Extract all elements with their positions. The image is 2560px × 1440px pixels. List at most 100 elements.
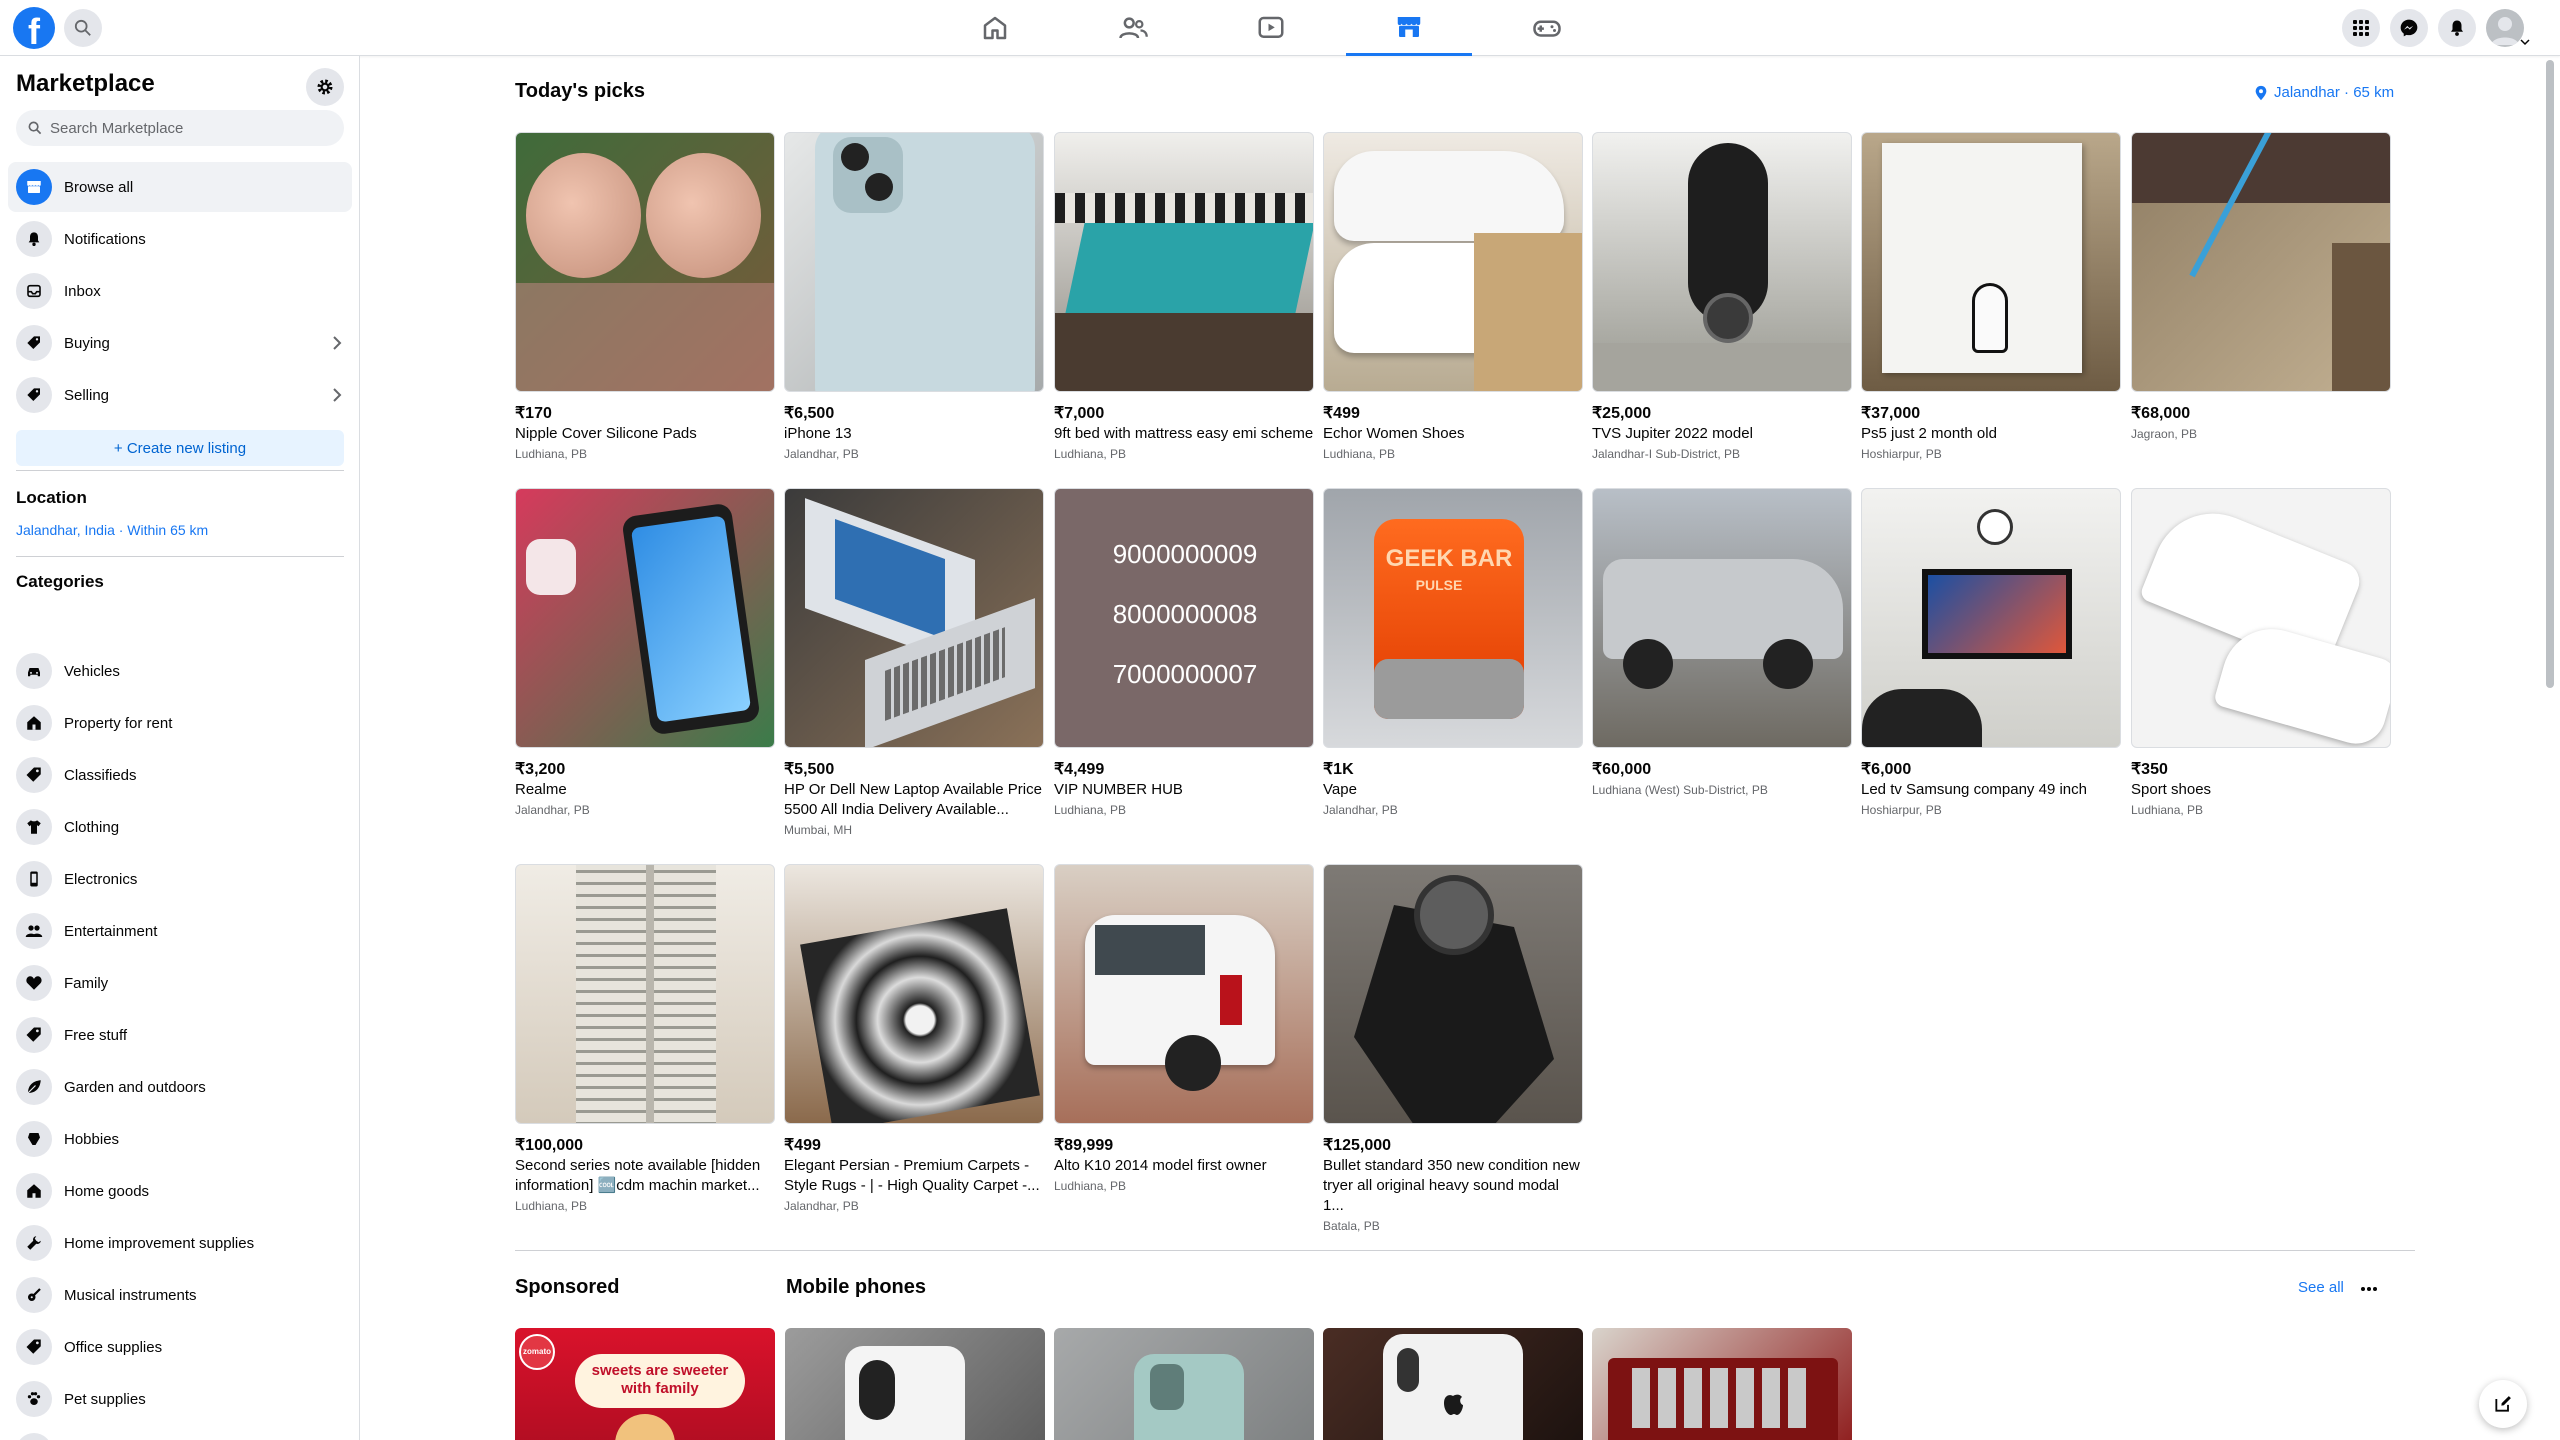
notifications-button[interactable] (2438, 9, 2476, 47)
mobile-phone-listing-image[interactable] (1054, 1328, 1314, 1440)
listing-title: iPhone 13 (784, 425, 852, 442)
listing-card[interactable]: ₹125,000 Bullet standard 350 new conditio… (1323, 864, 1583, 1234)
sidebar-item-inbox[interactable]: Inbox (8, 266, 352, 316)
listing-card[interactable]: ₹350 Sport shoes Ludhiana, PB (2131, 488, 2391, 818)
messenger-button[interactable] (2390, 9, 2428, 47)
category-item[interactable]: Musical instruments (8, 1270, 352, 1320)
page-scrollbar[interactable] (2546, 60, 2554, 688)
avatar[interactable] (2486, 9, 2524, 47)
ad-figure (615, 1414, 675, 1440)
listing-image[interactable] (784, 488, 1044, 748)
listing-card[interactable]: ₹89,999 Alto K10 2014 model first owner Lu… (1054, 864, 1314, 1194)
location-filter-button[interactable]: Jalandhar · 65 km (2254, 84, 2394, 101)
listing-image[interactable] (1054, 864, 1314, 1124)
category-item[interactable]: Family (8, 958, 352, 1008)
listing-card[interactable]: GEEK BAR PULSE ₹1K Vape Jalandhar, PB (1323, 488, 1583, 818)
nav-tab-gaming[interactable] (1484, 0, 1610, 56)
listing-card[interactable]: ₹499 Echor Women Shoes Ludhiana, PB (1323, 132, 1583, 462)
listing-card[interactable]: ₹7,000 9ft bed with mattress easy emi sch… (1054, 132, 1314, 462)
category-item[interactable]: Clothing (8, 802, 352, 852)
category-item[interactable]: Free stuff (8, 1010, 352, 1060)
create-listing-button[interactable]: + Create new listing (16, 430, 344, 466)
listing-image[interactable] (1861, 488, 2121, 748)
sidebar-item-selling[interactable]: Selling (8, 370, 352, 420)
listing-card[interactable]: ₹6,000 Led tv Samsung company 49 inch Hosh… (1861, 488, 2121, 818)
nav-tab-marketplace[interactable] (1346, 0, 1472, 56)
listing-image[interactable] (1592, 488, 1852, 748)
category-label: Electronics (64, 870, 138, 888)
listing-image[interactable] (2131, 488, 2391, 748)
listing-card[interactable]: ₹6,500 iPhone 13 Jalandhar, PB (784, 132, 1044, 462)
nav-tab-friends[interactable] (1070, 0, 1196, 56)
listing-image[interactable]: 9000000009 8000000008 7000000007 (1054, 488, 1314, 748)
sponsored-heading: Sponsored (515, 1276, 620, 1298)
listing-image[interactable] (515, 132, 775, 392)
listing-card[interactable]: ₹5,500 HP Or Dell New Laptop Available Pr… (784, 488, 1044, 838)
category-item[interactable]: Property for rent (8, 698, 352, 748)
nav-tab-video[interactable] (1208, 0, 1334, 56)
mobile-phone-listing-image[interactable] (1323, 1328, 1583, 1440)
settings-button[interactable] (306, 68, 344, 106)
divider (16, 556, 344, 557)
chevron-right-icon (333, 388, 342, 402)
listing-card[interactable]: ₹3,200 Realme Jalandhar, PB (515, 488, 775, 818)
listing-price: ₹6,000 (1861, 761, 1912, 778)
listing-image[interactable] (1054, 132, 1314, 392)
category-item[interactable]: Home goods (8, 1166, 352, 1216)
see-all-link[interactable]: See all (2298, 1279, 2344, 1296)
listing-card[interactable]: ₹499 Elegant Persian - Premium Carpets - … (784, 864, 1044, 1214)
listing-card[interactable]: ₹60,000 Ludhiana (West) Sub-District, PB (1592, 488, 1852, 798)
listing-location: Jalandhar, PB (515, 803, 590, 817)
search-button[interactable] (64, 9, 102, 47)
listing-card[interactable]: ₹100,000 Second series note available [hi… (515, 864, 775, 1214)
phone-icon (16, 861, 52, 897)
listing-image[interactable] (784, 864, 1044, 1124)
sidebar-item-notifications[interactable]: Notifications (8, 214, 352, 264)
more-options-icon[interactable] (2360, 1286, 2378, 1292)
sidebar-item-browse-all[interactable]: Browse all (8, 162, 352, 212)
category-item[interactable]: Garden and outdoors (8, 1062, 352, 1112)
listing-card[interactable]: ₹68,000 Jagraon, PB (2131, 132, 2391, 442)
listing-image[interactable] (1323, 864, 1583, 1124)
category-item[interactable]: Pet supplies (8, 1374, 352, 1424)
listing-card[interactable]: ₹170 Nipple Cover Silicone Pads Ludhiana, … (515, 132, 775, 462)
search-input[interactable]: Search Marketplace (16, 110, 344, 146)
account-chevron-icon[interactable] (2520, 38, 2530, 46)
listing-card[interactable]: ₹25,000 TVS Jupiter 2022 model Jalandhar-I… (1592, 132, 1852, 462)
category-item[interactable]: Electronics (8, 854, 352, 904)
category-item[interactable]: Home improvement supplies (8, 1218, 352, 1268)
sidebar-item-buying[interactable]: Buying (8, 318, 352, 368)
location-heading: Location (16, 488, 87, 507)
category-item[interactable]: Office supplies (8, 1322, 352, 1372)
listing-image[interactable] (1861, 132, 2121, 392)
menu-button[interactable] (2342, 9, 2380, 47)
listing-title: Sport shoes (2131, 781, 2212, 798)
listing-location: Hoshiarpur, PB (1861, 803, 1942, 817)
listing-image[interactable] (2131, 132, 2391, 392)
mobile-phone-listing-image[interactable] (785, 1328, 1045, 1440)
location-filter-link[interactable]: Jalandhar, India · Within 65 km (16, 522, 208, 538)
listing-location: Ludhiana, PB (1323, 447, 1396, 461)
category-item[interactable]: Property for sale (8, 1426, 352, 1440)
listing-image[interactable] (515, 864, 775, 1124)
category-item[interactable]: Hobbies (8, 1114, 352, 1164)
nav-tab-home[interactable] (932, 0, 1058, 56)
search-icon (28, 121, 42, 135)
category-item[interactable]: Entertainment (8, 906, 352, 956)
category-item[interactable]: Vehicles (8, 646, 352, 696)
listing-image[interactable] (1323, 132, 1583, 392)
listing-card[interactable]: ₹37,000 Ps5 just 2 month old Hoshiarpur, P… (1861, 132, 2121, 462)
divider (515, 1250, 2415, 1251)
listing-image[interactable]: GEEK BAR PULSE (1323, 488, 1583, 748)
listing-image[interactable] (784, 132, 1044, 392)
facebook-logo[interactable]: f (13, 7, 55, 49)
sponsored-ad-image[interactable]: zomato sweets are sweeter with family (515, 1328, 775, 1440)
category-item[interactable]: Classifieds (8, 750, 352, 800)
new-message-button[interactable] (2479, 1380, 2527, 1428)
listing-image[interactable] (515, 488, 775, 748)
listing-image[interactable] (1592, 132, 1852, 392)
category-label: Home improvement supplies (64, 1234, 255, 1252)
listing-card[interactable]: 9000000009 8000000008 7000000007 ₹4,499 VIP … (1054, 488, 1314, 818)
listing-location: Ludhiana (West) Sub-District, PB (1592, 783, 1768, 797)
mobile-phone-listing-image[interactable] (1592, 1328, 1852, 1440)
